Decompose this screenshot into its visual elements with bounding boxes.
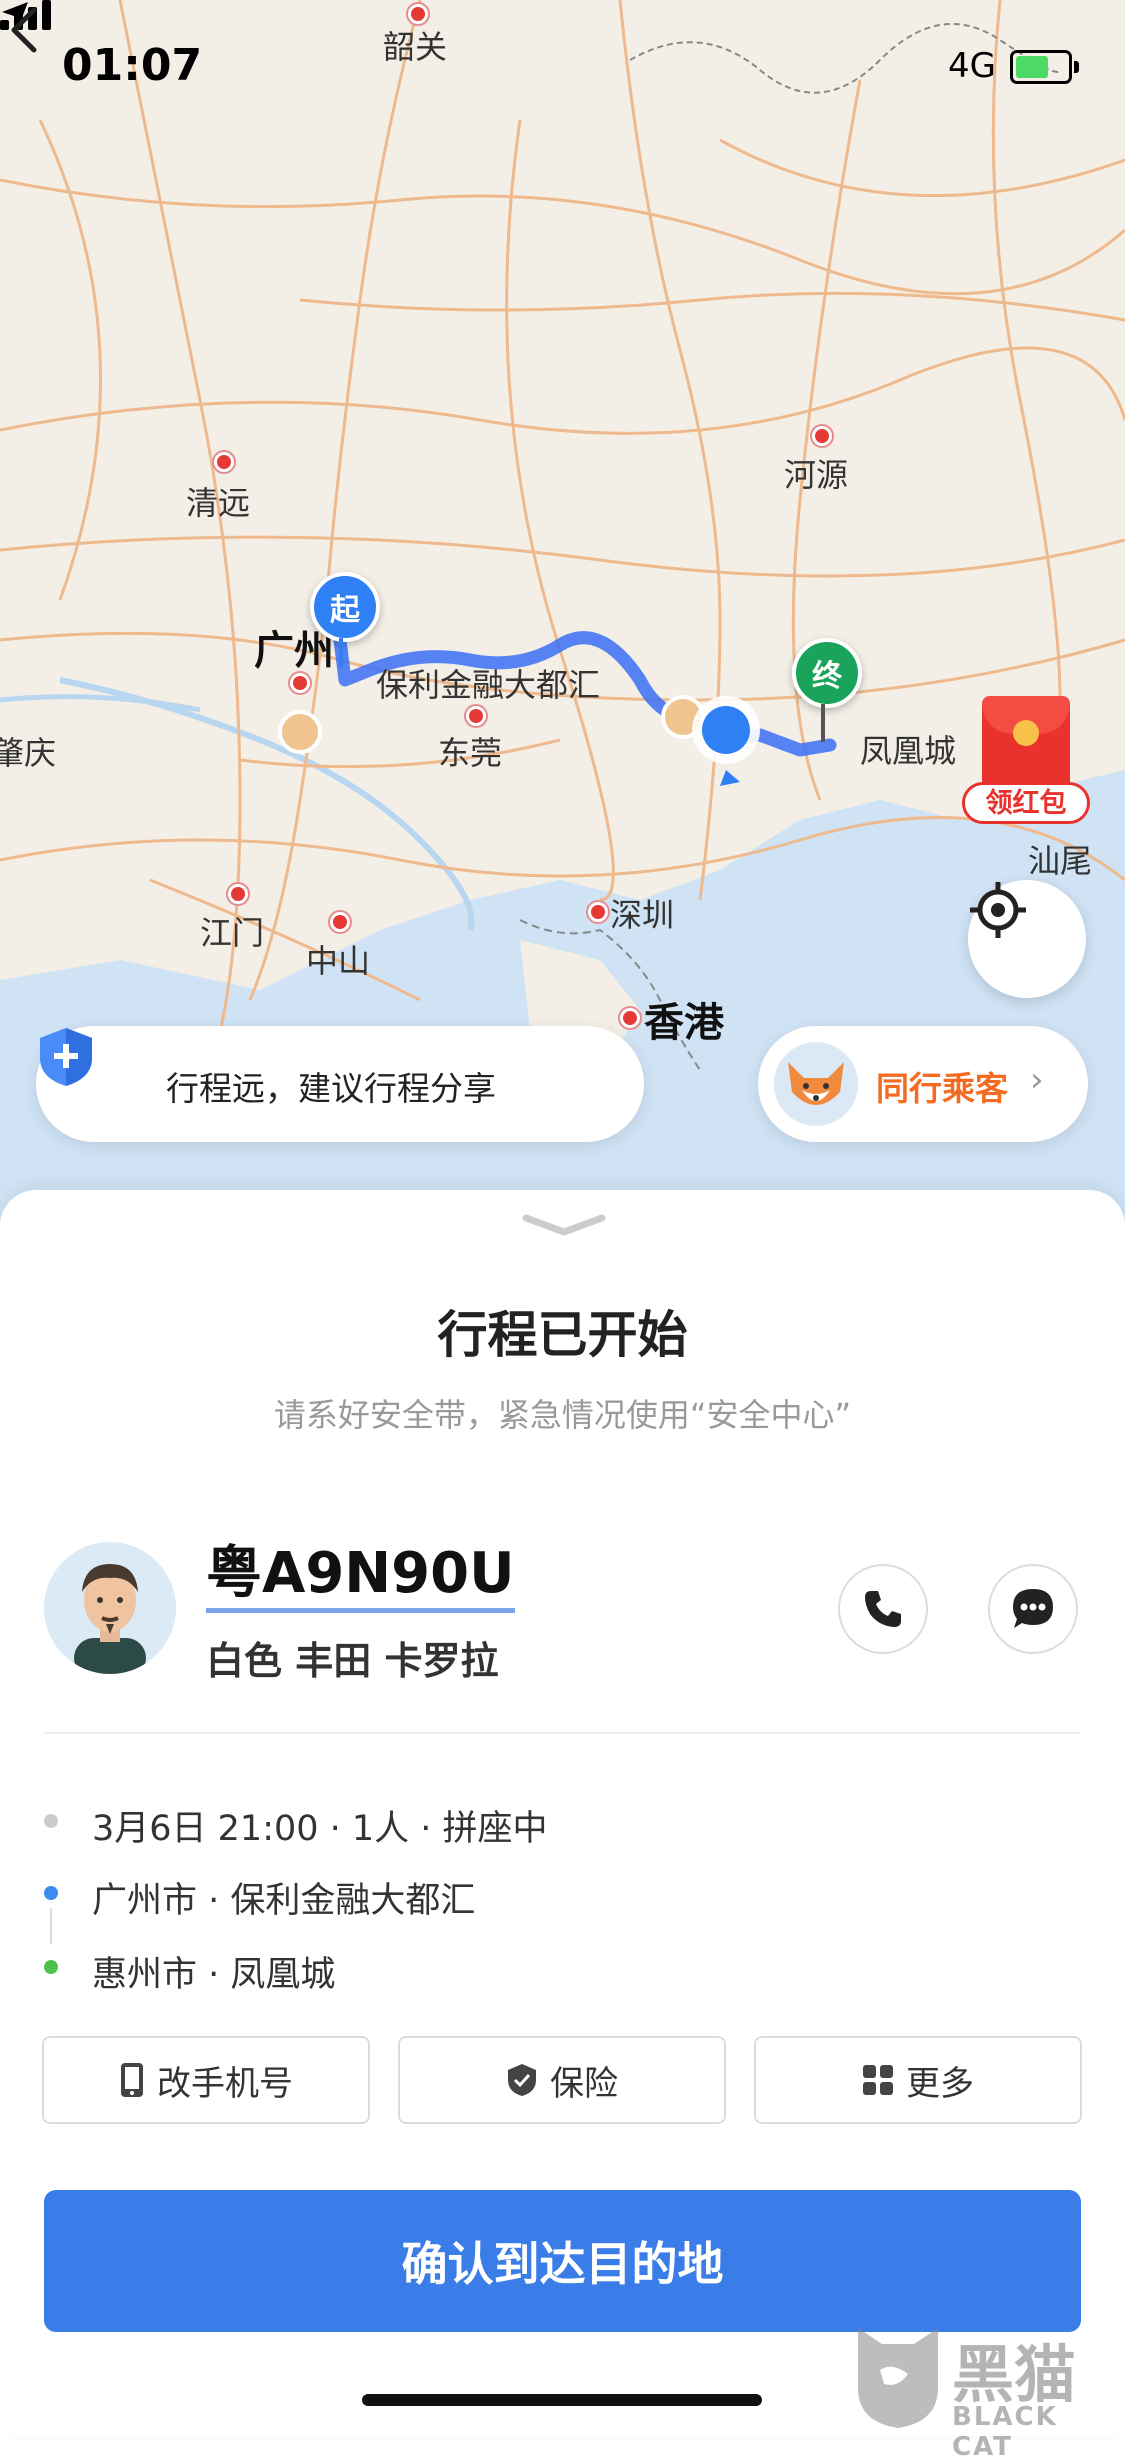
city-dot	[228, 884, 248, 904]
phone-icon	[865, 1591, 901, 1627]
city-dot	[290, 673, 310, 693]
city-label-hongkong: 香港	[644, 1000, 724, 1046]
end-marker-stem	[821, 704, 825, 742]
trip-status-title: 行程已开始	[437, 1306, 688, 1364]
back-chevron-icon[interactable]	[0, 0, 50, 60]
car-description: 白色 丰田 卡罗拉	[206, 1639, 499, 1683]
city-dot	[812, 426, 832, 446]
more-button[interactable]: 更多	[754, 2036, 1082, 2124]
network-type: 4G	[948, 46, 996, 86]
city-dot	[620, 1008, 640, 1028]
city-label-dongguan: 东莞	[438, 734, 503, 772]
battery-icon	[1010, 50, 1079, 84]
phone-device-icon	[121, 2063, 143, 2097]
city-label-zhongshan: 中山	[306, 942, 371, 980]
copassenger-label: 同行乘客	[876, 1069, 1008, 1108]
shield-check-icon	[508, 2064, 536, 2096]
crosshair-icon	[970, 882, 1026, 938]
city-label-shenzhen: 深圳	[610, 896, 675, 934]
divider	[44, 1732, 1081, 1734]
red-packet-label: 领红包	[962, 782, 1090, 824]
city-label-heyuan: 河源	[784, 456, 849, 494]
trip-origin: 广州市 · 保利金融大都汇	[92, 1881, 476, 1921]
city-label-zhaoqing: 肇庆	[0, 734, 57, 772]
city-label-shanwei: 汕尾	[1028, 842, 1093, 880]
trip-share-hint[interactable]: 行程远，建议行程分享	[36, 1026, 644, 1142]
trip-sheet: 行程已开始 请系好安全带，紧急情况使用“安全中心” 粤A9N90U 白色 丰田 …	[0, 1190, 1125, 2436]
fox-avatar-icon	[774, 1042, 858, 1126]
city-dot	[214, 452, 234, 472]
change-phone-button[interactable]: 改手机号	[42, 2036, 370, 2124]
poi-label-poly: 保利金融大都汇	[376, 666, 601, 704]
destination-dot	[44, 1960, 58, 1974]
chevron-right-icon: ›	[1030, 1060, 1044, 1100]
route-connector	[50, 1908, 52, 1944]
watermark-en: BLACK CAT	[952, 2402, 1058, 2462]
city-label-qingyuan: 清远	[186, 484, 251, 522]
trip-status-subtitle: 请系好安全带，紧急情况使用“安全中心”	[273, 1396, 852, 1434]
city-dot	[466, 706, 486, 726]
call-driver-button[interactable]	[838, 1564, 928, 1654]
meta-dot	[44, 1814, 58, 1828]
trip-destination: 惠州市 · 凤凰城	[92, 1955, 336, 1995]
origin-dot	[44, 1886, 58, 1900]
sheet-handle-icon[interactable]	[522, 1212, 606, 1238]
poi-label-fenghuangcheng: 凤凰城	[860, 732, 957, 770]
status-bar: 01:07 4G	[0, 0, 1125, 130]
start-marker-stem	[339, 638, 343, 668]
confirm-arrival-button[interactable]: 确认到达目的地	[44, 2190, 1081, 2332]
watermark-cn: 黑猫	[952, 2338, 1077, 2411]
message-driver-button[interactable]	[988, 1564, 1078, 1654]
home-indicator[interactable]	[362, 2394, 762, 2406]
driver-avatar[interactable]	[44, 1542, 176, 1674]
trip-meta: 3月6日 21:00 · 1人 · 拼座中	[92, 1809, 548, 1849]
blackcat-logo-icon	[858, 2328, 938, 2428]
grid-icon	[863, 2065, 893, 2095]
status-time: 01:07	[62, 40, 203, 91]
change-phone-label: 改手机号	[157, 2063, 293, 2104]
red-packet-button[interactable]: 领红包	[962, 696, 1090, 826]
insurance-label: 保险	[550, 2063, 618, 2104]
map-view[interactable]: 韶关 清远 河源 广州 保利金融大都汇 肇庆 东莞 凤凰城 汕尾 江门 中山 深…	[0, 0, 1125, 1230]
license-plate: 粤A9N90U	[206, 1540, 515, 1613]
copassenger-button[interactable]: 同行乘客 ›	[758, 1026, 1088, 1142]
city-dot	[588, 902, 608, 922]
end-marker: 终	[792, 638, 862, 708]
chat-bubble-icon	[1013, 1589, 1053, 1628]
insurance-button[interactable]: 保险	[398, 2036, 726, 2124]
locate-me-button[interactable]	[968, 880, 1086, 998]
city-dot	[330, 912, 350, 932]
city-label-jiangmen: 江门	[200, 914, 265, 952]
trip-share-text: 行程远，建议行程分享	[166, 1069, 496, 1108]
start-marker: 起	[310, 572, 380, 642]
blackcat-watermark: 黑猫 BLACK CAT	[852, 2318, 1122, 2462]
shield-plus-icon	[40, 1028, 92, 1086]
more-label: 更多	[906, 2063, 974, 2104]
